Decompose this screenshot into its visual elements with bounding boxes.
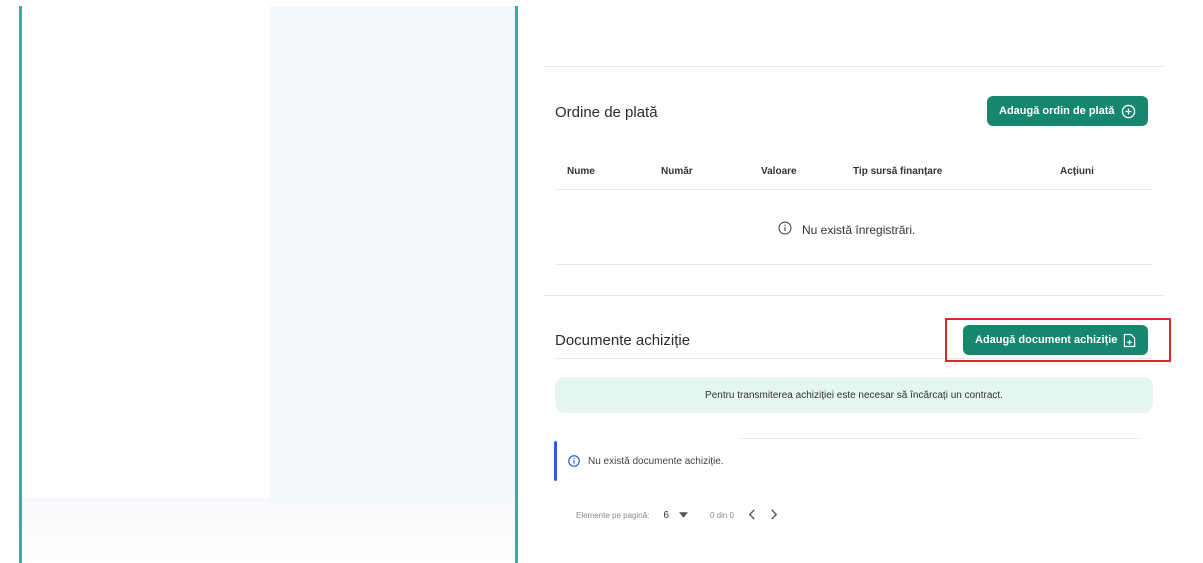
file-plus-icon — [1123, 333, 1136, 348]
payment-orders-empty-state: Nu există înregistrări. — [778, 221, 915, 238]
contract-required-banner: Pentru transmiterea achiziției este nece… — [555, 377, 1153, 413]
divider — [555, 264, 1153, 265]
payment-orders-title: Ordine de plată — [555, 104, 658, 121]
payment-orders-table-header: Nume Număr Valoare Tip sursă finanțare A… — [555, 160, 1153, 188]
column-header: Tip sursă finanțare — [853, 166, 943, 177]
add-procurement-document-label: Adaugă document achiziție — [975, 334, 1118, 346]
next-page-button[interactable] — [770, 508, 778, 523]
divider — [740, 438, 1140, 439]
add-procurement-document-button[interactable]: Adaugă document achiziție — [963, 325, 1149, 355]
items-per-page-value: 6 — [663, 510, 669, 521]
empty-message: Nu există înregistrări. — [802, 222, 916, 237]
divider — [544, 295, 1164, 296]
divider — [555, 189, 1153, 190]
chevron-right-icon — [771, 509, 778, 520]
procurement-docs-title: Documente achiziție — [555, 332, 691, 349]
side-panel-footer — [22, 498, 516, 563]
plus-circle-icon — [1121, 104, 1136, 119]
notice-accent-bar — [554, 441, 557, 481]
column-header: Nume — [567, 166, 595, 177]
page-range: 0 din 0 — [709, 511, 734, 520]
chevron-left-icon — [748, 509, 755, 520]
previous-page-button[interactable] — [748, 508, 756, 523]
caret-down-icon — [678, 510, 688, 521]
column-header: Număr — [661, 166, 693, 177]
add-payment-order-label: Adaugă ordin de plată — [999, 105, 1115, 117]
column-header: Acțiuni — [1060, 166, 1094, 177]
info-icon — [778, 221, 792, 238]
notice-text: Nu există documente achiziție. — [588, 455, 724, 467]
divider — [544, 66, 1164, 67]
add-payment-order-button[interactable]: Adaugă ordin de plată — [987, 96, 1148, 126]
side-panel — [270, 6, 516, 498]
items-per-page-select[interactable]: 6 — [663, 510, 688, 521]
banner-text: Pentru transmiterea achiziției este nece… — [705, 389, 1003, 401]
items-per-page-label: Elemente pe pagină: — [576, 511, 650, 520]
app-frame: Ordine de plată Adaugă ordin de plată Nu… — [0, 0, 1203, 563]
info-icon — [568, 455, 580, 467]
column-header: Valoare — [761, 166, 797, 177]
paginator: Elemente pe pagină: 6 0 din 0 — [576, 508, 778, 523]
left-divider — [19, 6, 22, 563]
procurement-docs-empty-notice: Nu există documente achiziție. — [554, 441, 974, 481]
